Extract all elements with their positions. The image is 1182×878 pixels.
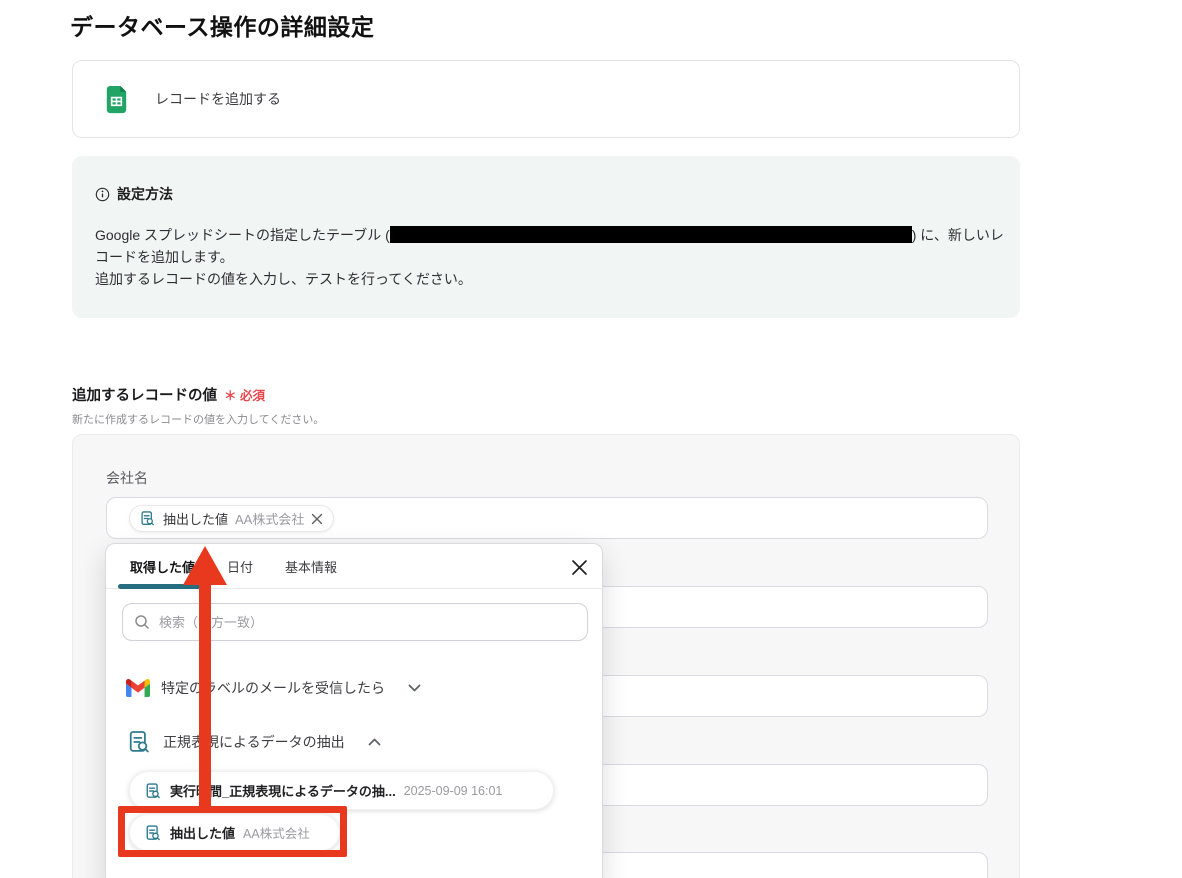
option-title: 抽出した値 bbox=[170, 823, 235, 842]
record-values-description: 新たに作成するレコードの値を入力してください。 bbox=[72, 411, 324, 427]
option-title: 実行時間_正規表現によるデータの抽... bbox=[170, 781, 396, 800]
chip-title: 抽出した値 bbox=[163, 509, 228, 528]
tab-date[interactable]: 日付 bbox=[227, 557, 253, 576]
tab-basic-info[interactable]: 基本情報 bbox=[285, 557, 337, 576]
required-badge: ＊ 必須 bbox=[224, 389, 265, 403]
value-picker-popup: 取得した値 日付 基本情報 特定のラベルのメールを受信したら bbox=[105, 543, 603, 878]
file-search-icon bbox=[126, 729, 152, 755]
option-meta: AA株式会社 bbox=[243, 823, 310, 842]
value-option-execution-time[interactable]: 実行時間_正規表現によるデータの抽... 2025-09-09 16:01 bbox=[129, 771, 554, 810]
company-value-field[interactable]: 抽出した値 AA株式会社 bbox=[106, 497, 988, 539]
group-regex-extraction[interactable]: 正規表現によるデータの抽出 bbox=[126, 720, 381, 764]
file-search-icon bbox=[144, 782, 162, 800]
active-tab-underline bbox=[118, 584, 209, 589]
record-values-heading: 追加するレコードの値＊ 必須 bbox=[72, 384, 265, 405]
chip-close-icon[interactable] bbox=[311, 513, 323, 525]
group-gmail-trigger[interactable]: 特定のラベルのメールを受信したら bbox=[126, 666, 421, 710]
file-search-icon bbox=[144, 824, 162, 842]
action-card-add-record[interactable]: レコードを追加する bbox=[72, 60, 1020, 138]
chevron-up-icon bbox=[368, 738, 381, 746]
group-label: 正規表現によるデータの抽出 bbox=[163, 732, 345, 752]
popup-close-icon[interactable] bbox=[569, 557, 589, 577]
value-option-extracted-value[interactable]: 抽出した値 AA株式会社 bbox=[129, 814, 340, 851]
value-chip-extracted[interactable]: 抽出した値 AA株式会社 bbox=[129, 505, 334, 532]
chip-value: AA株式会社 bbox=[235, 509, 304, 528]
popup-tab-bar: 取得した値 日付 基本情報 bbox=[106, 544, 602, 589]
info-title: 設定方法 bbox=[117, 184, 173, 204]
file-search-icon bbox=[139, 510, 156, 527]
info-description: Google スプレッドシートの指定したテーブル () に、新しいレコードを追加… bbox=[95, 224, 1007, 290]
tab-obtained-values[interactable]: 取得した値 bbox=[130, 557, 195, 576]
option-meta: 2025-09-09 16:01 bbox=[404, 784, 503, 798]
redacted-text-bar bbox=[390, 226, 912, 243]
group-label: 特定のラベルのメールを受信したら bbox=[161, 678, 385, 698]
chevron-down-icon bbox=[408, 684, 421, 692]
google-sheets-icon bbox=[101, 84, 132, 115]
info-box: 設定方法 Google スプレッドシートの指定したテーブル () に、新しいレコ… bbox=[72, 156, 1020, 318]
info-icon bbox=[95, 187, 110, 202]
gmail-icon bbox=[126, 679, 150, 697]
search-input[interactable] bbox=[122, 603, 588, 641]
field-label-company: 会社名 bbox=[106, 468, 148, 488]
action-card-label: レコードを追加する bbox=[155, 89, 281, 109]
page-title: データベース操作の詳細設定 bbox=[70, 8, 374, 42]
